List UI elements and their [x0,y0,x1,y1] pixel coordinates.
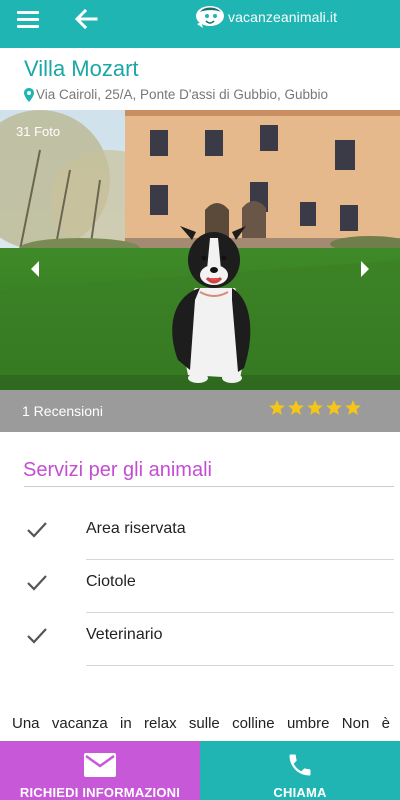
back-arrow-icon[interactable] [72,6,100,32]
listing-address: Via Cairoli, 25/A, Ponte D'assi di Gubbi… [24,87,328,102]
service-item-area-riservata: Area riservata [0,507,400,560]
rating-stars [267,399,362,417]
phone-icon [289,754,311,776]
request-info-label: RICHIEDI INFORMAZIONI [19,785,181,800]
service-label: Veterinario [86,626,163,643]
star-icon [288,400,304,415]
call-label: CHIAMA [273,785,327,800]
address-text: Via Cairoli, 25/A, Ponte D'assi di Gubbi… [36,87,328,102]
top-app-bar: vacanzeanimali.it [0,0,400,48]
call-button[interactable]: CHIAMA [200,741,400,800]
mail-icon [84,753,116,777]
services-title: Servizi per gli animali [23,459,212,481]
description-text: Una vacanza in relax sulle colline umbre… [12,715,390,732]
service-label: Area riservata [86,520,186,537]
menu-icon[interactable] [17,11,39,28]
services-divider [24,486,394,487]
reviews-count: 1 Recensioni [22,403,103,419]
next-photo-icon[interactable] [358,260,372,278]
star-icon [326,400,342,415]
site-logo[interactable]: vacanzeanimali.it [194,3,337,31]
star-icon [269,400,285,415]
checkmark-icon [27,522,47,538]
service-label: Ciotole [86,573,136,590]
listing-title: Villa Mozart [24,56,139,81]
dog-logo-icon [196,6,224,28]
photo-count: 31 Foto [16,124,61,139]
checkmark-icon [27,575,47,591]
service-item-ciotole: Ciotole [0,560,400,613]
star-icon [307,400,323,415]
location-pin-icon [24,87,34,102]
previous-photo-icon[interactable] [28,260,42,278]
service-item-veterinario: Veterinario [0,613,400,666]
service-divider [86,665,394,666]
photo-gallery[interactable]: 31 Foto [0,110,400,390]
logo-text: vacanzeanimali.it [228,9,338,25]
villa-dog-photo [0,110,400,390]
reviews-bar[interactable]: 1 Recensioni [0,390,400,432]
star-icon [345,400,361,415]
checkmark-icon [27,628,47,644]
request-info-button[interactable]: RICHIEDI INFORMAZIONI [0,741,200,800]
